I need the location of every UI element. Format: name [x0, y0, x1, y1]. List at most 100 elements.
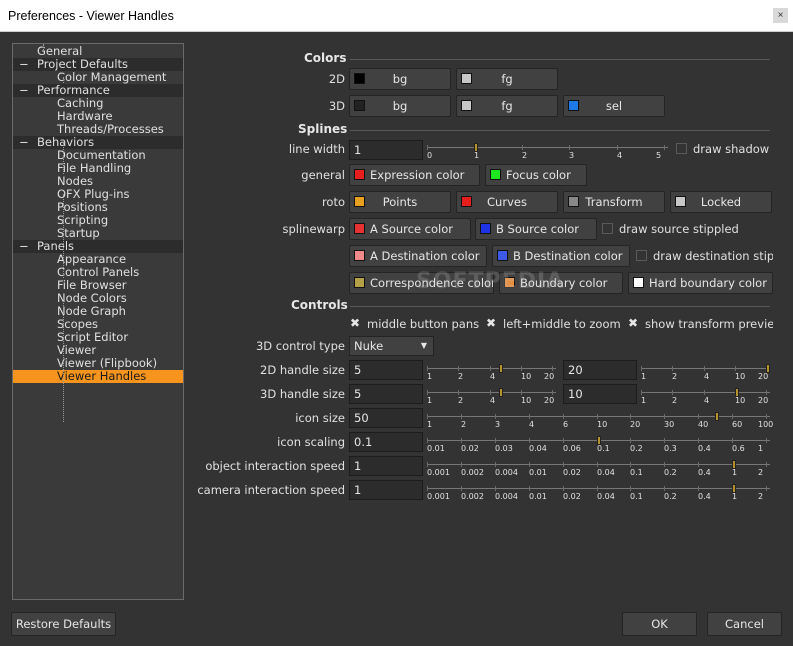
handle-3d-slider[interactable]: 1 2 4 10 20	[427, 388, 556, 406]
slider-tick-label: 20	[758, 396, 769, 405]
slider-tick	[630, 486, 631, 491]
slider-tick-label: 4	[617, 151, 623, 160]
slider-tick-label: 3	[495, 420, 501, 429]
slider-tick	[563, 438, 564, 443]
slider-handle[interactable]	[596, 436, 601, 445]
b-source-color-button[interactable]: B Source color	[475, 218, 597, 240]
curves-button[interactable]: Curves	[456, 191, 558, 213]
focus-color-swatch	[490, 169, 501, 180]
slider-tick	[672, 366, 673, 371]
control-type-label: 3D control type	[255, 339, 345, 353]
line-width-field[interactable]: 1	[349, 140, 423, 160]
close-icon[interactable]: ×	[773, 8, 788, 23]
tree-connector	[63, 194, 64, 278]
slider-tick-label: 10	[521, 396, 532, 405]
slider-tick-label: 0.04	[597, 492, 615, 501]
b-destination-color-button[interactable]: B Destination color	[492, 245, 630, 267]
a-destination-color-button[interactable]: A Destination color	[349, 245, 487, 267]
middle-button-pans-label: middle button pans	[367, 317, 480, 331]
cancel-button[interactable]: Cancel	[707, 612, 782, 636]
camera-speed-slider[interactable]: 0.001 0.002 0.004 0.01 0.02 0.04 0.1 0.2 0.4 1 2	[427, 484, 770, 502]
slider-tick-label: 4	[490, 372, 496, 381]
slider-handle[interactable]	[732, 484, 737, 493]
icon-size-field[interactable]: 50	[349, 408, 423, 428]
icon-scaling-field[interactable]: 0.1	[349, 432, 423, 452]
handle-2d-slider[interactable]: 1 2 4 10 20	[427, 364, 556, 382]
object-speed-field[interactable]: 1	[349, 456, 423, 476]
draw-source-stippled-checkbox[interactable]	[602, 223, 613, 234]
slider-track	[641, 392, 770, 393]
icon-size-slider[interactable]: 1 2 3 4 6 10 20 30 40 60 100	[427, 412, 773, 430]
slider-tick-label: 0.4	[698, 468, 711, 477]
slider-handle[interactable]	[498, 388, 503, 397]
expression-color-button[interactable]: Expression color	[349, 164, 480, 186]
collapse-icon[interactable]: −	[19, 136, 29, 149]
slider-tick-label: 2	[672, 372, 678, 381]
fg-2d-button[interactable]: fg	[456, 68, 558, 90]
sel-3d-button[interactable]: sel	[563, 95, 665, 117]
transform-button[interactable]: Transform	[563, 191, 665, 213]
preferences-tree[interactable]: General − Project Defaults Color Management…	[12, 43, 184, 600]
slider-tick-label: 20	[544, 396, 555, 405]
hard-boundary-color-button[interactable]: Hard boundary color	[628, 272, 773, 294]
fg-3d-button[interactable]: fg	[456, 95, 558, 117]
slider-handle[interactable]	[498, 364, 503, 373]
slider-tick-label: 1	[641, 372, 647, 381]
draw-shadow-checkbox[interactable]	[676, 143, 687, 154]
left-middle-zoom-checkbox[interactable]: ✖	[486, 317, 496, 329]
slider-tick	[427, 414, 428, 419]
slider-tick-label: 0.2	[664, 492, 677, 501]
fg-2d-swatch	[461, 73, 472, 84]
slider-tick	[617, 145, 618, 150]
tree-item-viewer-handles[interactable]: Viewer Handles	[13, 370, 183, 383]
object-speed-slider[interactable]: 0.001 0.002 0.004 0.01 0.02 0.04 0.1 0.2 0.4 1 2	[427, 460, 770, 478]
line-width-slider[interactable]: 0 1 2 3 4 5	[427, 143, 668, 161]
sel-3d-swatch	[568, 100, 579, 111]
slider-handle[interactable]	[732, 460, 737, 469]
title-bar: Preferences - Viewer Handles ×	[0, 0, 793, 32]
tree-connector	[63, 77, 64, 83]
bg-2d-button[interactable]: bg	[349, 68, 451, 90]
slider-tick	[427, 366, 428, 371]
handle-2d-field[interactable]: 5	[349, 360, 423, 380]
camera-speed-field[interactable]: 1	[349, 480, 423, 500]
slider-handle[interactable]	[474, 143, 479, 152]
restore-defaults-button[interactable]: Restore Defaults	[11, 612, 116, 636]
icon-size-label: icon size	[295, 411, 345, 425]
bg-3d-button[interactable]: bg	[349, 95, 451, 117]
slider-tick-label: 0.3	[664, 444, 677, 453]
slider-tick-label: 20	[544, 372, 555, 381]
draw-destination-stippled-checkbox[interactable]	[636, 250, 647, 261]
handle-3d-pick-field[interactable]: 10	[563, 384, 637, 404]
slider-tick	[664, 438, 665, 443]
slider-tick-label: 1	[732, 468, 738, 477]
slider-tick-label: 10	[597, 420, 608, 429]
slider-tick	[766, 462, 767, 467]
a-source-color-button[interactable]: A Source color	[349, 218, 471, 240]
slider-tick	[461, 462, 462, 467]
slider-handle[interactable]	[715, 412, 720, 421]
handle-2d-label: 2D handle size	[260, 363, 345, 377]
middle-button-pans-checkbox[interactable]: ✖	[350, 317, 360, 329]
control-type-dropdown[interactable]: Nuke ▼	[349, 336, 434, 356]
icon-scaling-slider[interactable]: 0.01 0.02 0.03 0.04 0.06 0.1 0.2 0.3 0.4 0.6 1	[427, 436, 770, 454]
collapse-icon[interactable]: −	[19, 240, 29, 253]
ok-button[interactable]: OK	[622, 612, 697, 636]
slider-tick	[427, 486, 428, 491]
handle-2d-pick-field[interactable]: 20	[563, 360, 637, 380]
show-transform-preview-checkbox[interactable]: ✖	[628, 317, 638, 329]
collapse-icon[interactable]: −	[19, 58, 29, 71]
collapse-icon[interactable]: −	[19, 84, 29, 97]
points-button[interactable]: Points	[349, 191, 451, 213]
focus-color-button[interactable]: Focus color	[485, 164, 587, 186]
handle-3d-field[interactable]: 5	[349, 384, 423, 404]
locked-button[interactable]: Locked	[670, 191, 772, 213]
slider-tick-label: 30	[664, 420, 675, 429]
draw-source-stippled-label: draw source stippled	[619, 222, 739, 236]
roto-label: roto	[321, 195, 345, 209]
handle-2d-pick-slider[interactable]: 1 2 4 10 20	[641, 364, 770, 382]
slider-handle[interactable]	[734, 388, 739, 397]
handle-3d-pick-slider[interactable]: 1 2 4 10 20	[641, 388, 770, 406]
slider-handle[interactable]	[766, 364, 770, 373]
splinewarp-label: splinewarp	[282, 222, 345, 236]
